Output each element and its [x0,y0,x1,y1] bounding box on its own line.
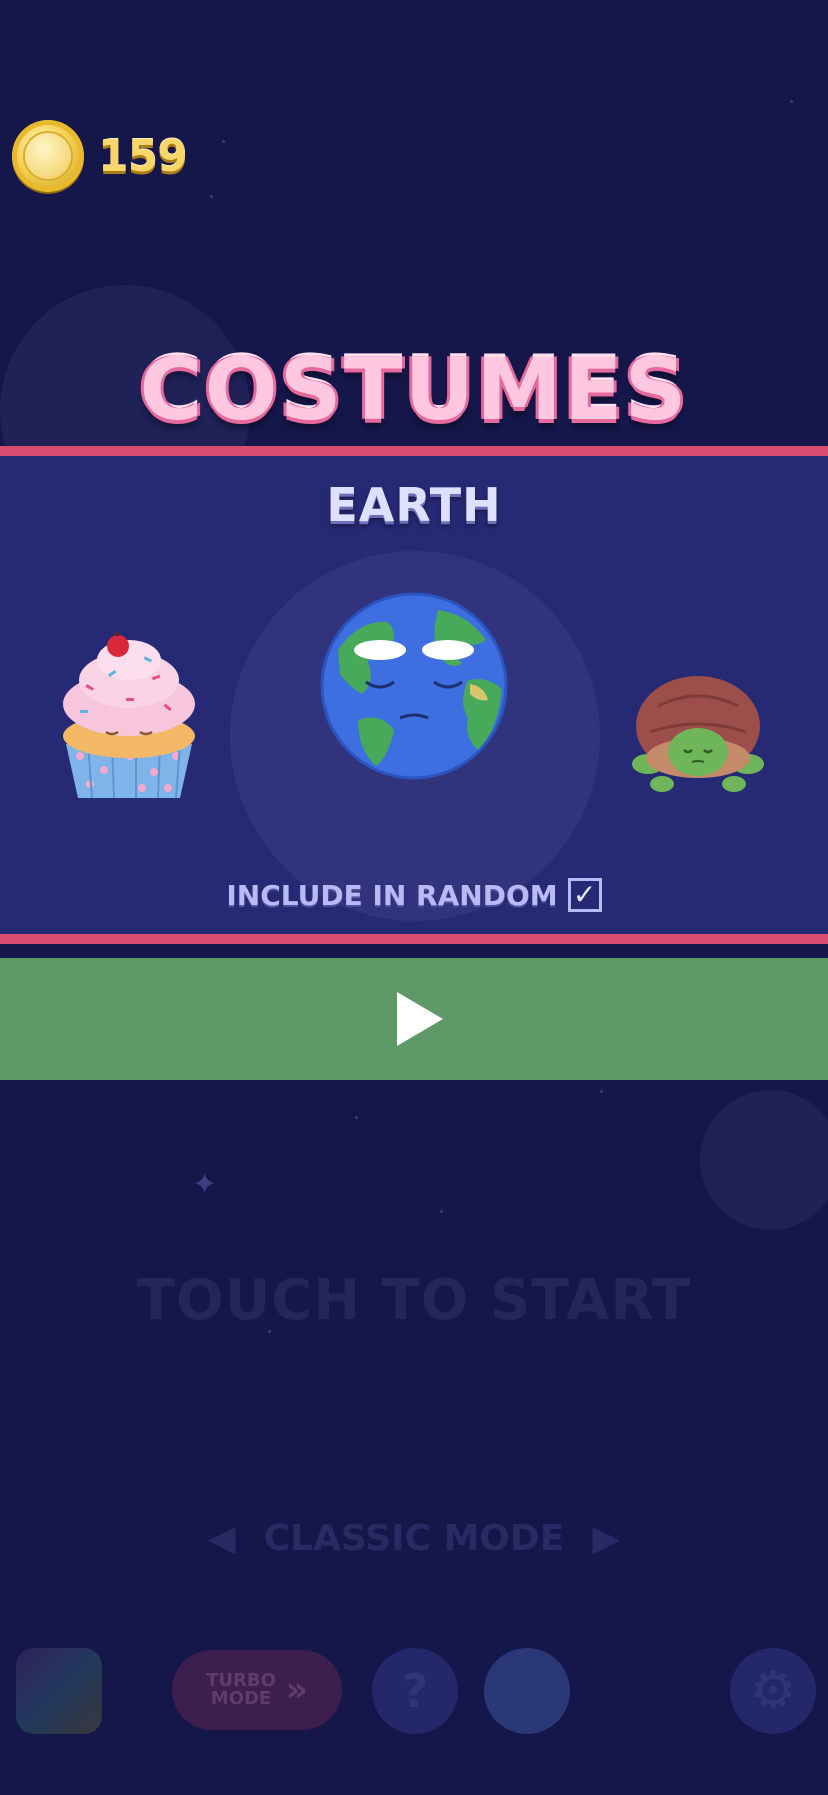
mode-label: CLASSIC MODE [263,1518,565,1559]
rainbow-icon[interactable] [16,1648,102,1734]
mode-next-arrow-icon[interactable]: ▶ [592,1518,620,1559]
include-in-random-row[interactable]: INCLUDE IN RANDOM ✓ [0,878,828,912]
sparkle-icon: ✦ [192,1167,218,1202]
touch-to-start-text[interactable]: TOUCH TO START [0,1268,828,1333]
coin-icon [12,120,84,192]
coin-count: 159 [98,130,188,182]
mode-prev-arrow-icon[interactable]: ◀ [208,1518,236,1559]
play-button[interactable] [0,958,828,1080]
earth-costume[interactable] [318,590,510,782]
help-button[interactable]: ? [372,1648,458,1734]
include-in-random-checkbox[interactable]: ✓ [567,878,602,912]
include-in-random-label: INCLUDE IN RANDOM [226,878,558,912]
turtle-costume[interactable] [628,666,768,806]
costume-panel: EARTH INCLUDE IN RANDOM ✓ [0,446,828,944]
settings-button[interactable]: ⚙ [730,1648,816,1734]
settings-icon: ⚙ [749,1661,797,1721]
checkbox-check-icon: ✓ [572,878,597,911]
selected-costume-name: EARTH [326,478,502,532]
help-icon: ? [401,1664,429,1718]
turbo-label-line2: MODE [210,1688,272,1709]
fast-forward-icon: » [285,1670,308,1710]
background-planet [700,1090,828,1230]
play-icon [397,992,443,1046]
moon-face-icon[interactable] [484,1648,570,1734]
turbo-mode-button[interactable]: TURBO MODE » [172,1650,342,1730]
costumes-title: COSTUMES [139,340,689,440]
cupcake-costume[interactable] [56,632,202,802]
mode-selector[interactable]: ◀ CLASSIC MODE ▶ [0,1518,828,1559]
coin-counter: 159 [12,120,188,192]
